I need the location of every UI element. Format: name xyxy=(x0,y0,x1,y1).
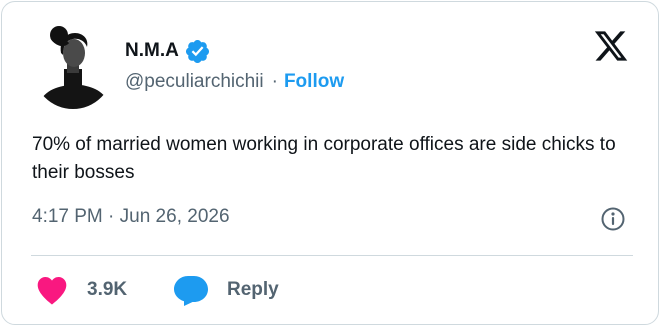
like-button[interactable]: 3.9K xyxy=(35,275,127,305)
author-name-row: N.M.A xyxy=(125,38,211,64)
follow-button[interactable]: Follow xyxy=(284,71,344,93)
author-handle-row: @peculiarchichii · Follow xyxy=(125,70,344,94)
separator-dot: · xyxy=(271,71,278,92)
reply-bubble-icon xyxy=(173,274,209,306)
reply-label: Reply xyxy=(227,279,279,300)
tweet-timestamp[interactable]: 4:17 PM · Jun 26, 2026 xyxy=(32,206,230,228)
avatar[interactable] xyxy=(33,23,113,109)
author-handle[interactable]: @peculiarchichii xyxy=(125,71,264,93)
divider xyxy=(31,255,633,256)
tweet-text: 70% of married women working in corporat… xyxy=(32,134,616,183)
heart-icon xyxy=(35,275,69,305)
like-count: 3.9K xyxy=(87,279,128,300)
x-logo-icon[interactable] xyxy=(592,28,630,64)
author-name[interactable]: N.M.A xyxy=(125,40,179,62)
info-icon[interactable] xyxy=(599,205,627,233)
tweet-card: N.M.A @peculiarchichii · Follow 70% of m… xyxy=(1,1,659,325)
verified-badge-icon xyxy=(184,38,211,65)
reply-button[interactable]: Reply xyxy=(173,274,279,306)
